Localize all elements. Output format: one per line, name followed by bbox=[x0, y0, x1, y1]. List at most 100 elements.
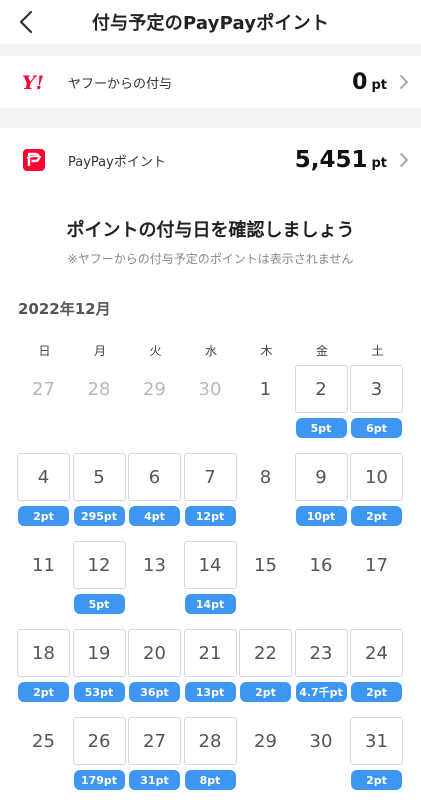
points-badge: 53pt bbox=[73, 682, 125, 702]
day-number: 17 bbox=[365, 554, 388, 576]
weekday-label: 水 bbox=[204, 344, 217, 358]
calendar-day[interactable]: 27 31pt bbox=[128, 717, 181, 792]
points-badge: 4pt bbox=[129, 506, 180, 526]
calendar-day: 13 bbox=[128, 541, 181, 616]
day-number: 15 bbox=[254, 554, 277, 576]
day-number: 18 bbox=[17, 629, 70, 677]
calendar-day[interactable]: 26 179pt bbox=[72, 717, 126, 792]
calendar-day: 28 bbox=[73, 365, 126, 440]
weekday-label: 金 bbox=[315, 344, 328, 358]
calendar-day: 25 bbox=[17, 717, 70, 792]
day-number: 6 bbox=[128, 453, 181, 501]
day-number: 10 bbox=[350, 453, 403, 501]
day-number: 27 bbox=[32, 378, 55, 400]
app-header: 付与予定のPayPayポイント bbox=[0, 0, 421, 44]
calendar-day[interactable]: 22 2pt bbox=[239, 629, 292, 704]
points-badge: 5pt bbox=[295, 418, 347, 438]
day-number: 30 bbox=[198, 378, 222, 400]
day-number: 19 bbox=[72, 629, 126, 677]
day-number: 21 bbox=[183, 629, 237, 677]
points-badge: 13pt bbox=[184, 682, 236, 702]
calendar-day[interactable]: 31 2pt bbox=[350, 717, 403, 792]
calendar-day: 27 bbox=[17, 365, 70, 440]
calendar-day: 1 bbox=[239, 365, 292, 440]
weekday-label: 月 bbox=[93, 344, 106, 358]
calendar-note: ※ヤフーからの付与予定のポイントは表示されません bbox=[67, 252, 354, 266]
calendar-day[interactable]: 6 4pt bbox=[128, 453, 181, 528]
calendar-day[interactable]: 7 12pt bbox=[183, 453, 237, 528]
day-number: 7 bbox=[183, 453, 237, 501]
points-badge: 8pt bbox=[184, 770, 236, 790]
calendar-day[interactable]: 2 5pt bbox=[294, 365, 348, 440]
calendar-day[interactable]: 28 8pt bbox=[183, 717, 237, 792]
back-chevron-icon[interactable] bbox=[10, 6, 42, 38]
yahoo-points-unit: pt bbox=[371, 77, 387, 93]
yahoo-points-number: 0 bbox=[352, 69, 368, 95]
points-badge: 2pt bbox=[240, 682, 291, 702]
points-badge: 179pt bbox=[73, 770, 125, 790]
points-badge: 12pt bbox=[184, 506, 236, 526]
calendar-day[interactable]: 3 6pt bbox=[350, 365, 403, 440]
calendar-day[interactable]: 5 295pt bbox=[72, 453, 126, 528]
day-number: 9 bbox=[294, 453, 348, 501]
day-number: 13 bbox=[143, 554, 166, 576]
calendar-day[interactable]: 18 2pt bbox=[17, 629, 70, 704]
chevron-right-icon[interactable] bbox=[395, 75, 413, 89]
calendar-heading: ポイントの付与日を確認しましょう bbox=[66, 220, 355, 241]
day-number: 14 bbox=[183, 541, 237, 589]
day-number: 29 bbox=[254, 730, 277, 752]
calendar-day[interactable]: 20 36pt bbox=[128, 629, 181, 704]
calendar-day[interactable]: 10 2pt bbox=[350, 453, 403, 528]
points-badge: 4.7千pt bbox=[295, 682, 347, 702]
weekday-label: 日 bbox=[38, 344, 51, 358]
calendar-day: 17 bbox=[350, 541, 403, 616]
day-number: 11 bbox=[32, 554, 55, 576]
day-number: 8 bbox=[259, 466, 272, 488]
calendar-day[interactable]: 23 4.7千pt bbox=[294, 629, 348, 704]
points-badge: 10pt bbox=[295, 506, 347, 526]
calendar-day[interactable]: 12 5pt bbox=[72, 541, 126, 616]
day-number: 27 bbox=[128, 717, 181, 765]
day-number: 22 bbox=[239, 629, 292, 677]
calendar-day[interactable]: 9 10pt bbox=[294, 453, 348, 528]
points-badge: 2pt bbox=[351, 682, 402, 702]
calendar-section: ポイントの付与日を確認しましょう ※ヤフーからの付与予定のポイントは表示されませ… bbox=[0, 192, 421, 800]
paypay-row-label: PayPayポイント bbox=[68, 154, 166, 170]
day-number: 5 bbox=[72, 453, 126, 501]
day-number: 16 bbox=[309, 554, 333, 576]
calendar-day: 15 bbox=[239, 541, 292, 616]
day-number: 29 bbox=[143, 378, 166, 400]
points-badge: 2pt bbox=[351, 770, 402, 790]
calendar-day: 8 bbox=[239, 453, 292, 528]
day-number: 26 bbox=[72, 717, 126, 765]
day-number: 2 bbox=[294, 365, 348, 413]
yahoo-points-row[interactable]: Y! ヤフーからの付与 0 pt bbox=[0, 56, 421, 108]
svg-text:Y!: Y! bbox=[22, 72, 44, 92]
calendar-day[interactable]: 21 13pt bbox=[183, 629, 237, 704]
calendar-day[interactable]: 14 14pt bbox=[183, 541, 237, 616]
paypay-points-number: 5,451 bbox=[294, 147, 368, 173]
day-number: 30 bbox=[309, 730, 333, 752]
yahoo-points-value: 0 pt bbox=[352, 70, 387, 95]
weekday-header: 日月火水木金土 bbox=[17, 342, 405, 359]
calendar-day[interactable]: 19 53pt bbox=[72, 629, 126, 704]
chevron-right-icon[interactable] bbox=[395, 153, 413, 167]
points-badge: 5pt bbox=[73, 594, 125, 614]
points-badge: 2pt bbox=[18, 506, 69, 526]
calendar-day[interactable]: 4 2pt bbox=[17, 453, 70, 528]
calendar-day[interactable]: 24 2pt bbox=[350, 629, 403, 704]
points-badge: 14pt bbox=[184, 594, 236, 614]
day-number: 20 bbox=[128, 629, 181, 677]
day-number: 4 bbox=[17, 453, 70, 501]
calendar-day: 11 bbox=[17, 541, 70, 616]
month-label: 2022年12月 bbox=[18, 300, 111, 318]
day-number: 1 bbox=[259, 378, 272, 400]
points-badge: 2pt bbox=[18, 682, 69, 702]
paypay-points-unit: pt bbox=[371, 156, 387, 171]
day-number: 31 bbox=[350, 717, 403, 765]
points-badge: 31pt bbox=[129, 770, 180, 790]
page-title: 付与予定のPayPayポイント bbox=[91, 13, 330, 34]
points-badge: 2pt bbox=[351, 506, 402, 526]
paypay-points-row[interactable]: PayPayポイント 5,451 pt bbox=[0, 128, 421, 192]
calendar-day: 30 bbox=[184, 365, 237, 440]
